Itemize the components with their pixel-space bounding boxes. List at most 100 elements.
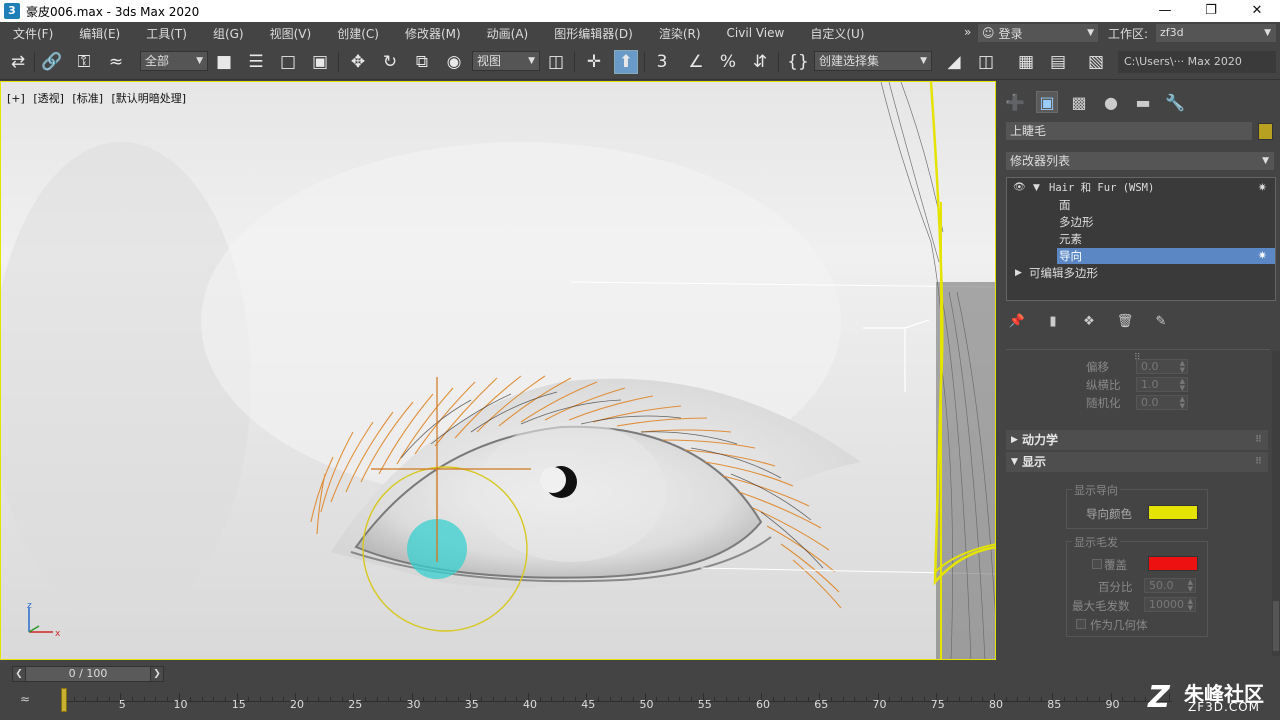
viewport-pov-label[interactable]: [透视] <box>33 92 64 105</box>
configure-modifier-sets-icon[interactable]: ✎ <box>1150 311 1172 331</box>
selection-filter-dropdown[interactable]: 全部 ▼ <box>140 51 208 71</box>
snaps-toggle-icon[interactable]: 3 <box>650 50 674 74</box>
rectangular-selection-icon[interactable]: □ <box>276 50 300 74</box>
login-dropdown[interactable]: ☺ 登录 ▼ <box>978 24 1098 42</box>
unlink-selection-icon[interactable]: ⚿ <box>72 50 96 74</box>
motion-tab-icon[interactable]: ● <box>1100 91 1122 113</box>
viewport-lighting-label[interactable]: [默认明暗处理] <box>112 92 187 105</box>
stack-subobj-face[interactable]: 面 <box>1007 197 1275 213</box>
menu-graph-editors[interactable]: 图形编辑器(D) <box>541 25 646 42</box>
expand-triangle-icon[interactable]: ▶ <box>1015 265 1022 281</box>
select-and-place-icon[interactable]: ◉ <box>442 50 466 74</box>
viewport-label[interactable]: [+] [透视] [标准] [默认明暗处理] <box>7 90 191 106</box>
menu-customize[interactable]: 自定义(U) <box>797 25 877 42</box>
select-and-scale-icon[interactable]: ⧉ <box>410 50 434 74</box>
panel-scrollbar[interactable] <box>1272 351 1280 656</box>
menu-animation[interactable]: 动画(A) <box>474 25 542 42</box>
reference-coordinate-dropdown[interactable]: 视图 ▼ <box>472 51 540 71</box>
menu-group[interactable]: 组(G) <box>200 25 257 42</box>
select-and-move-icon[interactable]: ✥ <box>346 50 370 74</box>
stack-item-hair-fur[interactable]: 👁 ▼ Hair 和 Fur (WSM) ✷ <box>1007 180 1275 196</box>
modify-tab-icon[interactable]: ▣ <box>1036 91 1058 113</box>
spinner-arrows-icon[interactable]: ▲ ▼ <box>1188 598 1193 612</box>
utilities-tab-icon[interactable]: 🔧 <box>1164 91 1186 113</box>
window-crossing-icon[interactable]: ▣ <box>308 50 332 74</box>
menu-edit[interactable]: 编辑(E) <box>66 25 133 42</box>
layer-explorer-icon[interactable]: ▤ <box>1046 50 1070 74</box>
workspace-dropdown[interactable]: zf3d ▼ <box>1156 24 1276 42</box>
select-manipulate-icon[interactable]: ✛ <box>582 50 606 74</box>
prev-frame-arrow-icon[interactable]: ❮ <box>12 666 26 682</box>
stack-subobj-guide[interactable]: 导向 ✷ <box>1057 248 1275 264</box>
named-selection-dropdown[interactable]: 创建选择集 ▼ <box>814 51 932 71</box>
aspect-spinner[interactable]: 1.0 ▲ ▼ <box>1136 377 1188 392</box>
close-button[interactable]: ✕ <box>1234 0 1280 22</box>
menu-civil-view[interactable]: Civil View <box>714 26 798 40</box>
remove-modifier-icon[interactable]: 🗑 <box>1114 311 1136 331</box>
menu-create[interactable]: 创建(C) <box>324 25 392 42</box>
modifier-list-dropdown[interactable]: 修改器列表 ▼ <box>1006 152 1274 170</box>
spinner-arrows-icon[interactable]: ▲ ▼ <box>1180 360 1185 374</box>
stack-subobj-polygon[interactable]: 多边形 <box>1007 214 1275 230</box>
rollout-title: 动力学 <box>1022 433 1059 447</box>
project-path-field[interactable]: C:\Users\··· Max 2020 <box>1118 51 1276 73</box>
menu-file[interactable]: 文件(F) <box>0 25 66 42</box>
time-cursor[interactable] <box>61 688 67 712</box>
time-slider[interactable]: ❮ 0 / 100 ❯ <box>12 666 164 682</box>
spinner-snap-icon[interactable]: ⇵ <box>748 50 772 74</box>
keyboard-shortcut-override-icon[interactable]: ⬆ <box>614 50 638 74</box>
max-hairs-spinner[interactable]: 10000 ▲ ▼ <box>1144 597 1196 612</box>
create-tab-icon[interactable]: ➕ <box>1004 91 1026 113</box>
viewport-shading-label[interactable]: [标准] <box>72 92 103 105</box>
hierarchy-tab-icon[interactable]: ▩ <box>1068 91 1090 113</box>
select-object-icon[interactable]: ■ <box>212 50 236 74</box>
perspective-viewport[interactable]: [+] [透视] [标准] [默认明暗处理] z x <box>0 81 996 660</box>
make-unique-icon[interactable]: ❖ <box>1078 311 1100 331</box>
stack-item-editable-poly[interactable]: ▶ 可编辑多边形 <box>1007 265 1275 281</box>
bind-to-space-warp-icon[interactable]: ≈ <box>104 50 128 74</box>
object-name-field[interactable]: 上睫毛 <box>1006 122 1252 140</box>
percent-snap-icon[interactable]: % <box>716 50 740 74</box>
menu-tools[interactable]: 工具(T) <box>133 25 200 42</box>
select-and-link-icon[interactable]: 🔗 <box>40 50 64 74</box>
restore-button[interactable]: ❐ <box>1188 0 1234 22</box>
select-by-name-icon[interactable]: ☰ <box>244 50 268 74</box>
guide-color-swatch[interactable] <box>1148 505 1198 520</box>
rollout-display[interactable]: ▼ 显示 ⠿ <box>1006 452 1268 472</box>
override-checkbox[interactable] <box>1092 559 1102 569</box>
edit-named-selection-icon[interactable]: {} <box>786 50 810 74</box>
angle-snap-icon[interactable]: ∠ <box>684 50 708 74</box>
eye-icon[interactable]: 👁 <box>1013 180 1026 196</box>
stack-subobj-element[interactable]: 元素 <box>1007 231 1275 247</box>
viewport-menu-plus[interactable]: [+] <box>7 92 25 105</box>
menu-views[interactable]: 视图(V) <box>257 25 325 42</box>
minimize-button[interactable]: — <box>1142 0 1188 22</box>
pin-stack-icon[interactable]: 📌 <box>1006 311 1028 331</box>
percent-spinner[interactable]: 50.0 ▲ ▼ <box>1144 578 1196 593</box>
menu-rendering[interactable]: 渲染(R) <box>646 25 714 42</box>
random-spinner[interactable]: 0.0 ▲ ▼ <box>1136 395 1188 410</box>
spinner-arrows-icon[interactable]: ▲ ▼ <box>1188 579 1193 593</box>
menu-modifiers[interactable]: 修改器(M) <box>392 25 474 42</box>
pivot-point-center-icon[interactable]: ◫ <box>544 50 568 74</box>
align-icon[interactable]: ◫ <box>974 50 998 74</box>
track-bar[interactable]: ≈ 051015202530354045505560657075808590 <box>0 686 1280 720</box>
select-and-rotate-icon[interactable]: ↻ <box>378 50 402 74</box>
scrollbar-thumb[interactable] <box>1273 601 1279 651</box>
as-geometry-checkbox[interactable] <box>1076 619 1086 629</box>
undo-redo-icon[interactable]: ⇄ <box>6 50 30 74</box>
spinner-arrows-icon[interactable]: ▲ ▼ <box>1180 396 1185 410</box>
object-color-swatch[interactable] <box>1258 123 1273 140</box>
offset-spinner[interactable]: 0.0 ▲ ▼ <box>1136 359 1188 374</box>
next-frame-arrow-icon[interactable]: ❯ <box>150 666 164 682</box>
rollout-dynamics[interactable]: ▶ 动力学 ⠿ <box>1006 430 1268 450</box>
menu-overflow-icon[interactable]: » <box>964 25 971 39</box>
mirror-icon[interactable]: ◢ <box>942 50 966 74</box>
override-color-swatch[interactable] <box>1148 556 1198 571</box>
toggle-ribbon-icon[interactable]: ▧ <box>1084 50 1108 74</box>
collapse-triangle-icon[interactable]: ▼ <box>1033 180 1040 196</box>
spinner-arrows-icon[interactable]: ▲ ▼ <box>1180 378 1185 392</box>
show-end-result-icon[interactable]: ▮ <box>1042 311 1064 331</box>
display-tab-icon[interactable]: ▬ <box>1132 91 1154 113</box>
scene-explorer-icon[interactable]: ▦ <box>1014 50 1038 74</box>
